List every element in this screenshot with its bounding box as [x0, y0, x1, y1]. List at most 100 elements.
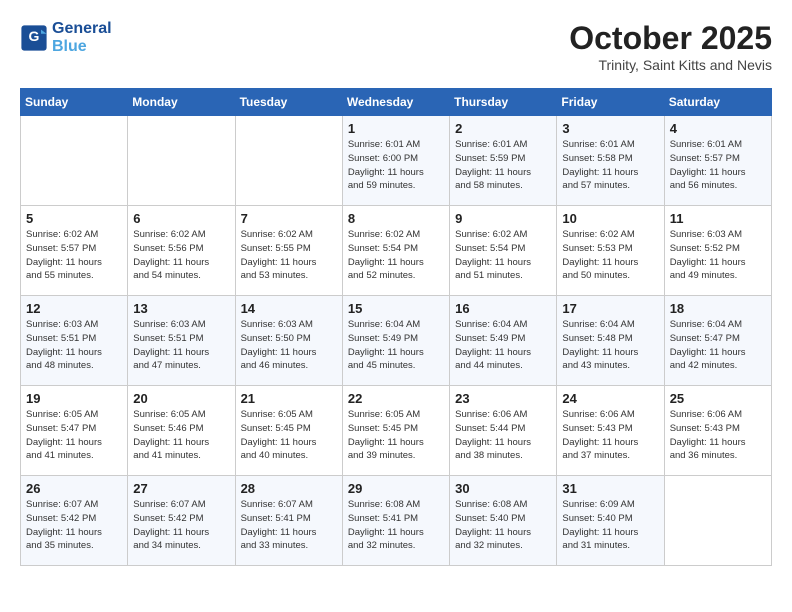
day-number: 22 [348, 391, 444, 406]
day-info: Sunrise: 6:01 AMSunset: 5:59 PMDaylight:… [455, 138, 551, 193]
week-row-5: 26Sunrise: 6:07 AMSunset: 5:42 PMDayligh… [21, 476, 772, 566]
day-cell: 8 Sunrise: 6:02 AMSunset: 5:54 PMDaylight… [342, 206, 449, 296]
day-number: 9 [455, 211, 551, 226]
day-cell: 2 Sunrise: 6:01 AMSunset: 5:59 PMDaylight… [450, 116, 557, 206]
day-number: 2 [455, 121, 551, 136]
month-title: October 2025 [569, 20, 772, 57]
svg-text:G: G [29, 27, 40, 43]
day-number: 17 [562, 301, 658, 316]
day-number: 13 [133, 301, 229, 316]
day-cell: 10 Sunrise: 6:02 AMSunset: 5:53 PMDayligh… [557, 206, 664, 296]
day-number: 31 [562, 481, 658, 496]
day-cell: 16Sunrise: 6:04 AMSunset: 5:49 PMDayligh… [450, 296, 557, 386]
day-info: Sunrise: 6:07 AMSunset: 5:42 PMDaylight:… [26, 498, 122, 553]
day-number: 3 [562, 121, 658, 136]
day-info: Sunrise: 6:04 AMSunset: 5:47 PMDaylight:… [670, 318, 766, 373]
day-info: Sunrise: 6:02 AMSunset: 5:54 PMDaylight:… [455, 228, 551, 283]
day-cell: 6 Sunrise: 6:02 AMSunset: 5:56 PMDaylight… [128, 206, 235, 296]
day-number: 19 [26, 391, 122, 406]
week-row-1: 1Sunrise: 6:01 AMSunset: 6:00 PMDaylight… [21, 116, 772, 206]
day-number: 8 [348, 211, 444, 226]
day-cell: 28Sunrise: 6:07 AMSunset: 5:41 PMDayligh… [235, 476, 342, 566]
day-cell: 1Sunrise: 6:01 AMSunset: 6:00 PMDaylight… [342, 116, 449, 206]
day-cell: 27 Sunrise: 6:07 AMSunset: 5:42 PMDayligh… [128, 476, 235, 566]
day-info: Sunrise: 6:04 AMSunset: 5:49 PMDaylight:… [348, 318, 444, 373]
day-info: Sunrise: 6:05 AMSunset: 5:47 PMDaylight:… [26, 408, 122, 463]
day-info: Sunrise: 6:08 AMSunset: 5:40 PMDaylight:… [455, 498, 551, 553]
day-number: 1 [348, 121, 444, 136]
day-cell: 5 Sunrise: 6:02 AMSunset: 5:57 PMDaylight… [21, 206, 128, 296]
day-info: Sunrise: 6:02 AMSunset: 5:54 PMDaylight:… [348, 228, 444, 283]
weekday-header-sunday: Sunday [21, 89, 128, 116]
day-number: 6 [133, 211, 229, 226]
day-info: Sunrise: 6:09 AMSunset: 5:40 PMDaylight:… [562, 498, 658, 553]
day-cell: 9 Sunrise: 6:02 AMSunset: 5:54 PMDaylight… [450, 206, 557, 296]
day-cell: 14Sunrise: 6:03 AMSunset: 5:50 PMDayligh… [235, 296, 342, 386]
day-cell [128, 116, 235, 206]
day-number: 25 [670, 391, 766, 406]
day-info: Sunrise: 6:05 AMSunset: 5:45 PMDaylight:… [348, 408, 444, 463]
day-cell: 3 Sunrise: 6:01 AMSunset: 5:58 PMDaylight… [557, 116, 664, 206]
day-cell: 20 Sunrise: 6:05 AMSunset: 5:46 PMDayligh… [128, 386, 235, 476]
day-cell: 25 Sunrise: 6:06 AMSunset: 5:43 PMDayligh… [664, 386, 771, 476]
day-cell: 24 Sunrise: 6:06 AMSunset: 5:43 PMDayligh… [557, 386, 664, 476]
day-info: Sunrise: 6:02 AMSunset: 5:56 PMDaylight:… [133, 228, 229, 283]
day-number: 29 [348, 481, 444, 496]
day-info: Sunrise: 6:05 AMSunset: 5:46 PMDaylight:… [133, 408, 229, 463]
weekday-header-saturday: Saturday [664, 89, 771, 116]
day-info: Sunrise: 6:04 AMSunset: 5:49 PMDaylight:… [455, 318, 551, 373]
day-number: 23 [455, 391, 551, 406]
day-info: Sunrise: 6:06 AMSunset: 5:43 PMDaylight:… [562, 408, 658, 463]
day-cell: 19 Sunrise: 6:05 AMSunset: 5:47 PMDayligh… [21, 386, 128, 476]
day-cell: 7Sunrise: 6:02 AMSunset: 5:55 PMDaylight… [235, 206, 342, 296]
day-number: 18 [670, 301, 766, 316]
day-info: Sunrise: 6:02 AMSunset: 5:57 PMDaylight:… [26, 228, 122, 283]
day-info: Sunrise: 6:07 AMSunset: 5:42 PMDaylight:… [133, 498, 229, 553]
day-cell [21, 116, 128, 206]
day-info: Sunrise: 6:03 AMSunset: 5:51 PMDaylight:… [133, 318, 229, 373]
weekday-header-row: SundayMondayTuesdayWednesdayThursdayFrid… [21, 89, 772, 116]
day-cell: 26Sunrise: 6:07 AMSunset: 5:42 PMDayligh… [21, 476, 128, 566]
day-cell: 17 Sunrise: 6:04 AMSunset: 5:48 PMDayligh… [557, 296, 664, 386]
day-cell: 29 Sunrise: 6:08 AMSunset: 5:41 PMDayligh… [342, 476, 449, 566]
week-row-2: 5 Sunrise: 6:02 AMSunset: 5:57 PMDaylight… [21, 206, 772, 296]
day-info: Sunrise: 6:01 AMSunset: 5:57 PMDaylight:… [670, 138, 766, 193]
day-cell: 30 Sunrise: 6:08 AMSunset: 5:40 PMDayligh… [450, 476, 557, 566]
day-number: 5 [26, 211, 122, 226]
week-row-3: 12Sunrise: 6:03 AMSunset: 5:51 PMDayligh… [21, 296, 772, 386]
weekday-header-tuesday: Tuesday [235, 89, 342, 116]
day-cell: 4 Sunrise: 6:01 AMSunset: 5:57 PMDaylight… [664, 116, 771, 206]
day-number: 4 [670, 121, 766, 136]
day-info: Sunrise: 6:02 AMSunset: 5:53 PMDaylight:… [562, 228, 658, 283]
header: G General Blue October 2025 Trinity, Sai… [20, 20, 772, 73]
day-cell: 18 Sunrise: 6:04 AMSunset: 5:47 PMDayligh… [664, 296, 771, 386]
location-subtitle: Trinity, Saint Kitts and Nevis [569, 57, 772, 73]
day-number: 30 [455, 481, 551, 496]
day-info: Sunrise: 6:04 AMSunset: 5:48 PMDaylight:… [562, 318, 658, 373]
day-number: 28 [241, 481, 337, 496]
day-number: 21 [241, 391, 337, 406]
day-number: 14 [241, 301, 337, 316]
day-cell [235, 116, 342, 206]
day-cell: 12Sunrise: 6:03 AMSunset: 5:51 PMDayligh… [21, 296, 128, 386]
day-info: Sunrise: 6:06 AMSunset: 5:44 PMDaylight:… [455, 408, 551, 463]
day-info: Sunrise: 6:03 AMSunset: 5:51 PMDaylight:… [26, 318, 122, 373]
day-info: Sunrise: 6:05 AMSunset: 5:45 PMDaylight:… [241, 408, 337, 463]
day-info: Sunrise: 6:01 AMSunset: 5:58 PMDaylight:… [562, 138, 658, 193]
logo-icon: G [20, 24, 48, 52]
week-row-4: 19 Sunrise: 6:05 AMSunset: 5:47 PMDayligh… [21, 386, 772, 476]
weekday-header-monday: Monday [128, 89, 235, 116]
day-number: 10 [562, 211, 658, 226]
weekday-header-thursday: Thursday [450, 89, 557, 116]
day-number: 27 [133, 481, 229, 496]
logo-name-line1: General [52, 20, 112, 38]
day-number: 24 [562, 391, 658, 406]
day-info: Sunrise: 6:06 AMSunset: 5:43 PMDaylight:… [670, 408, 766, 463]
day-cell: 21 Sunrise: 6:05 AMSunset: 5:45 PMDayligh… [235, 386, 342, 476]
day-number: 7 [241, 211, 337, 226]
day-cell: 13 Sunrise: 6:03 AMSunset: 5:51 PMDayligh… [128, 296, 235, 386]
day-info: Sunrise: 6:08 AMSunset: 5:41 PMDaylight:… [348, 498, 444, 553]
logo-name-line2: Blue [52, 38, 112, 56]
day-number: 20 [133, 391, 229, 406]
day-cell: 23 Sunrise: 6:06 AMSunset: 5:44 PMDayligh… [450, 386, 557, 476]
